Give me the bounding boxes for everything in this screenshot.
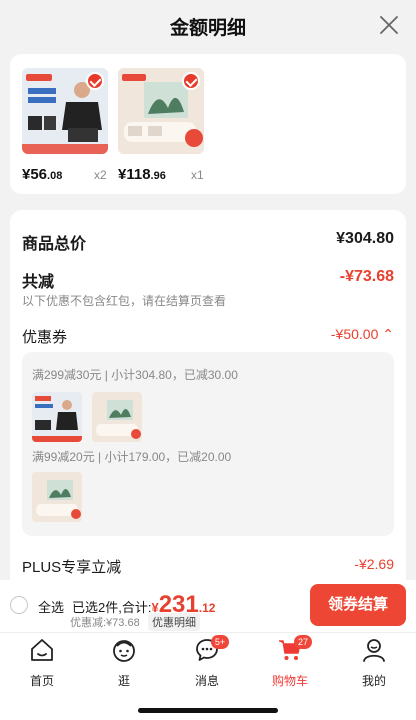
plus-discount-row: PLUS专享立减 -¥2.69 — [22, 556, 394, 577]
product-image-sportswear[interactable] — [22, 68, 108, 154]
coupon-value: -¥50.00 ⌃ — [330, 326, 394, 342]
tab-messages[interactable]: 5+ 消息 — [177, 635, 237, 689]
plus-value: -¥2.69 — [354, 556, 394, 572]
coupon-product-image-sportswear — [32, 392, 82, 442]
checkout-bar: 全选 已选2件,合计:¥231.12 优惠减:¥73.68 优惠明细 领券结算 — [0, 580, 416, 632]
item-quantity: x1 — [191, 168, 204, 182]
discount-summary: 优惠减:¥73.68 — [70, 617, 140, 629]
total-row: 商品总价 ¥304.80 — [22, 230, 394, 254]
close-icon[interactable] — [378, 14, 400, 36]
coupon-line: 满299减30元 | 小计304.80，已减30.00 — [32, 368, 238, 382]
select-all-radio[interactable] — [10, 596, 28, 614]
checkout-button[interactable]: 领券结算 — [310, 584, 406, 626]
coupon-line: 满99减20元 | 小计179.00，已减20.00 — [32, 450, 232, 464]
coupon-product-image-pillow — [32, 472, 82, 522]
item-price: ¥118.96 — [118, 166, 166, 183]
tab-profile[interactable]: 我的 — [344, 637, 404, 689]
sheet-header: 金额明细 — [0, 0, 416, 50]
coupon-label: 优惠券 — [22, 329, 68, 346]
amount-detail-sheet: 金额明细 ¥56.08 x2 ¥118.96 x1 商品总价 ¥304.80 共… — [0, 0, 416, 590]
browse-icon — [113, 640, 135, 662]
product-image-pillow[interactable] — [118, 68, 204, 154]
sheet-title: 金额明细 — [169, 18, 246, 39]
profile-icon — [363, 639, 385, 662]
discount-label: 共减 — [22, 274, 55, 291]
bottom-tab-bar: 首页 逛 5+ 消息 27 购物车 我的 — [0, 632, 416, 720]
discount-note: 以下优惠不包含红包，请在结算页查看 — [22, 294, 227, 308]
coupon-product-image-pillow — [92, 392, 142, 442]
product-thumbnails: ¥56.08 x2 ¥118.96 x1 — [10, 54, 406, 194]
selected-check-icon[interactable] — [182, 72, 200, 90]
message-badge: 5+ — [211, 635, 229, 649]
coupon-detail-box: 满299减30元 | 小计304.80，已减30.00 满99减20元 | 小计… — [22, 352, 394, 536]
selected-check-icon[interactable] — [86, 72, 104, 90]
tab-browse[interactable]: 逛 — [94, 637, 154, 689]
cart-badge: 27 — [294, 635, 312, 649]
discount-row: 共减 -¥73.68 — [22, 268, 394, 292]
plus-label: PLUS专享立减 — [22, 559, 122, 576]
total-value: ¥304.80 — [336, 230, 394, 247]
coupon-row[interactable]: 优惠券 -¥50.00 ⌃ — [22, 326, 394, 347]
total-label: 商品总价 — [22, 236, 87, 253]
discount-detail-link[interactable]: 优惠明细 — [148, 613, 200, 631]
select-all-label[interactable]: 全选 — [38, 597, 64, 616]
tab-home[interactable]: 首页 — [12, 637, 72, 689]
item-price: ¥56.08 — [22, 166, 63, 183]
discount-value: -¥73.68 — [339, 268, 394, 285]
chevron-up-icon: ⌃ — [382, 326, 394, 342]
tab-cart[interactable]: 27 购物车 — [260, 635, 320, 689]
home-indicator — [138, 708, 278, 713]
item-quantity: x2 — [94, 168, 107, 182]
price-breakdown-card: 商品总价 ¥304.80 共减 -¥73.68 以下优惠不包含红包，请在结算页查… — [10, 210, 406, 590]
home-icon — [31, 639, 53, 661]
